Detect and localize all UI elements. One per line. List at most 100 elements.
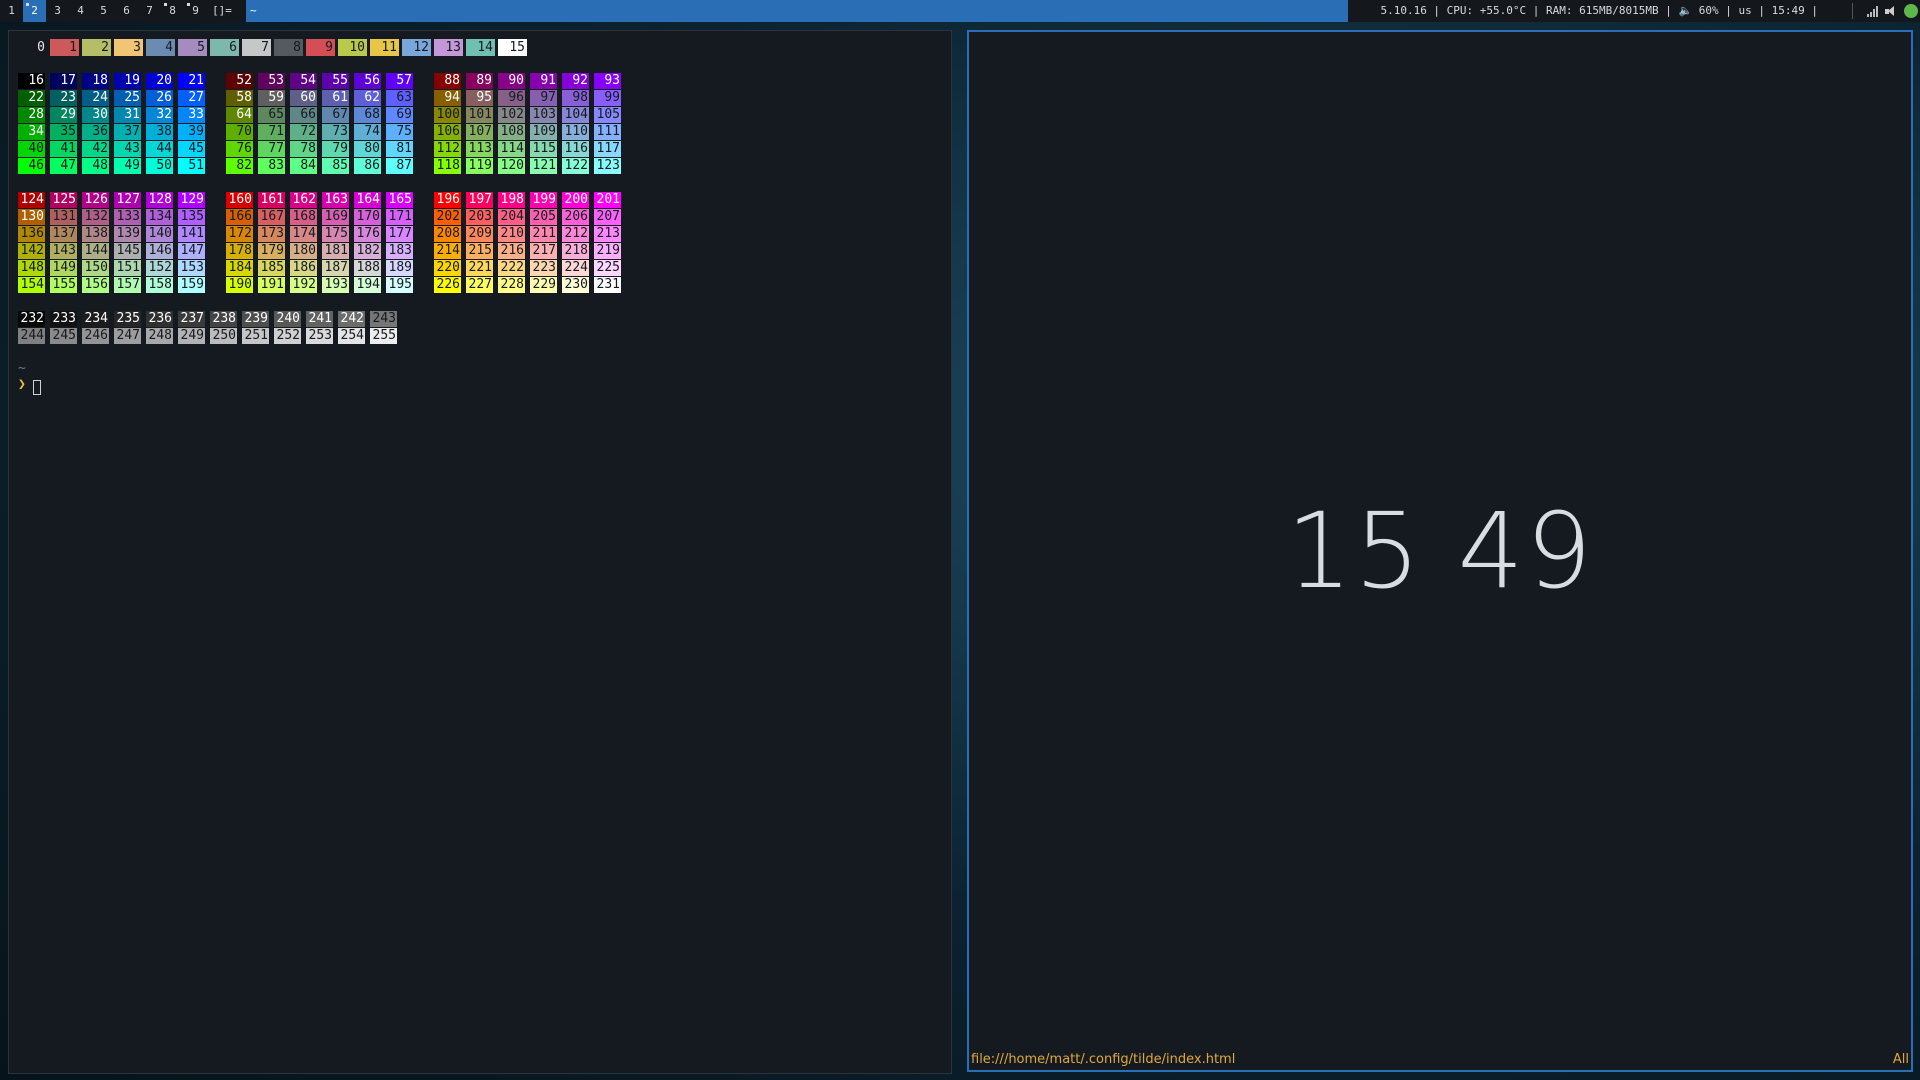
color-swatch-36: 36 [82, 124, 109, 140]
color-swatch-141: 141 [178, 226, 205, 242]
workspace-tag-4[interactable]: 4 [69, 0, 92, 22]
color-swatch-213: 213 [594, 226, 621, 242]
terminal-window[interactable]: 0 1 2 3 4 5 6 7 8 9 10 11 12 13 14 15 16 17 18 19 20 21 22 23 2… [8, 30, 952, 1074]
workspace-tag-1[interactable]: 1 [0, 0, 23, 22]
workspace-tag-9[interactable]: 9 [184, 0, 207, 22]
color-swatch-102: 102 [498, 107, 525, 123]
color-swatch-67: 67 [322, 107, 349, 123]
color-swatch-132: 132 [82, 209, 109, 225]
signal-icon[interactable] [1867, 5, 1878, 17]
color-swatch-38: 38 [146, 124, 173, 140]
color-swatch-134: 134 [146, 209, 173, 225]
color-swatch-203: 203 [466, 209, 493, 225]
color-swatch-252: 252 [274, 328, 301, 344]
color-swatch-241: 241 [306, 311, 333, 327]
color-swatch-91: 91 [530, 73, 557, 89]
color-swatch-174: 174 [290, 226, 317, 242]
color-swatch-231: 231 [594, 277, 621, 293]
workspace-tag-2[interactable]: 2 [23, 0, 46, 22]
color-swatch-28: 28 [18, 107, 45, 123]
color-swatch-19: 19 [114, 73, 141, 89]
color-swatch-221: 221 [466, 260, 493, 276]
color-swatch-243: 243 [370, 311, 397, 327]
color-swatch-228: 228 [498, 277, 525, 293]
color-swatch-5: 5 [178, 39, 207, 56]
color-swatch-82: 82 [226, 158, 253, 174]
color-swatch-140: 140 [146, 226, 173, 242]
workspace-tag-8[interactable]: 8 [161, 0, 184, 22]
color-swatch-147: 147 [178, 243, 205, 259]
color-swatch-45: 45 [178, 141, 205, 157]
volume-icon[interactable] [1884, 5, 1898, 17]
color-swatch-58: 58 [226, 90, 253, 106]
color-swatch-77: 77 [258, 141, 285, 157]
workspace-tag-3[interactable]: 3 [46, 0, 69, 22]
color-swatch-89: 89 [466, 73, 493, 89]
color-swatch-37: 37 [114, 124, 141, 140]
color-swatch-168: 168 [290, 209, 317, 225]
color-swatch-11: 11 [370, 39, 399, 56]
system-color-row: 0 1 2 3 4 5 6 7 8 9 10 11 12 13 14 15 [18, 39, 530, 56]
color-swatch-6: 6 [210, 39, 239, 56]
color-swatch-148: 148 [18, 260, 45, 276]
color-swatch-169: 169 [322, 209, 349, 225]
color-swatch-10: 10 [338, 39, 367, 56]
workspace-tag-6[interactable]: 6 [115, 0, 138, 22]
color-swatch-111: 111 [594, 124, 621, 140]
color-swatch-226: 226 [434, 277, 461, 293]
browser-statusline: file:///home/matt/.config/tilde/index.ht… [969, 1050, 1911, 1070]
color-swatch-192: 192 [290, 277, 317, 293]
workspace-tag-5[interactable]: 5 [92, 0, 115, 22]
color-swatch-30: 30 [82, 107, 109, 123]
color-swatch-27: 27 [178, 90, 205, 106]
color-swatch-197: 197 [466, 192, 493, 208]
color-swatch-52: 52 [226, 73, 253, 89]
color-swatch-173: 173 [258, 226, 285, 242]
network-icon[interactable] [1904, 4, 1918, 18]
color-swatch-56: 56 [354, 73, 381, 89]
color-swatch-124: 124 [18, 192, 45, 208]
color-swatch-13: 13 [434, 39, 463, 56]
color-swatch-120: 120 [498, 158, 525, 174]
layout-indicator[interactable]: []= [207, 0, 237, 22]
color-swatch-60: 60 [290, 90, 317, 106]
color-swatch-151: 151 [114, 260, 141, 276]
color-swatch-155: 155 [50, 277, 77, 293]
color-swatch-26: 26 [146, 90, 173, 106]
color-swatch-31: 31 [114, 107, 141, 123]
color-swatch-127: 127 [114, 192, 141, 208]
terminal-cursor[interactable] [33, 380, 41, 395]
color-swatch-115: 115 [530, 141, 557, 157]
color-swatch-63: 63 [386, 90, 413, 106]
color-cube-grid: 16 17 18 19 20 21 22 23 24 25 26 27 28 29 30 31 32 33 34 35… [18, 73, 638, 393]
color-swatch-146: 146 [146, 243, 173, 259]
color-swatch-178: 178 [226, 243, 253, 259]
color-swatch-76: 76 [226, 141, 253, 157]
color-swatch-122: 122 [562, 158, 589, 174]
color-swatch-216: 216 [498, 243, 525, 259]
color-swatch-144: 144 [82, 243, 109, 259]
color-swatch-55: 55 [322, 73, 349, 89]
color-swatch-253: 253 [306, 328, 333, 344]
color-swatch-47: 47 [50, 158, 77, 174]
color-swatch-206: 206 [562, 209, 589, 225]
system-status: 5.10.16 | CPU: +55.0°C | RAM: 615MB/8015… [1380, 4, 1818, 17]
color-swatch-157: 157 [114, 277, 141, 293]
color-swatch-73: 73 [322, 124, 349, 140]
color-swatch-198: 198 [498, 192, 525, 208]
color-swatch-80: 80 [354, 141, 381, 157]
color-swatch-125: 125 [50, 192, 77, 208]
scroll-position: All [1892, 1052, 1909, 1067]
browser-window[interactable]: 15 49 file:///home/matt/.config/tilde/in… [967, 30, 1913, 1072]
color-swatch-250: 250 [210, 328, 237, 344]
color-swatch-162: 162 [290, 192, 317, 208]
color-swatch-236: 236 [146, 311, 173, 327]
color-swatch-18: 18 [82, 73, 109, 89]
color-swatch-195: 195 [386, 277, 413, 293]
color-swatch-93: 93 [594, 73, 621, 89]
color-swatch-42: 42 [82, 141, 109, 157]
color-swatch-167: 167 [258, 209, 285, 225]
workspace-tag-7[interactable]: 7 [138, 0, 161, 22]
color-swatch-114: 114 [498, 141, 525, 157]
color-swatch-217: 217 [530, 243, 557, 259]
